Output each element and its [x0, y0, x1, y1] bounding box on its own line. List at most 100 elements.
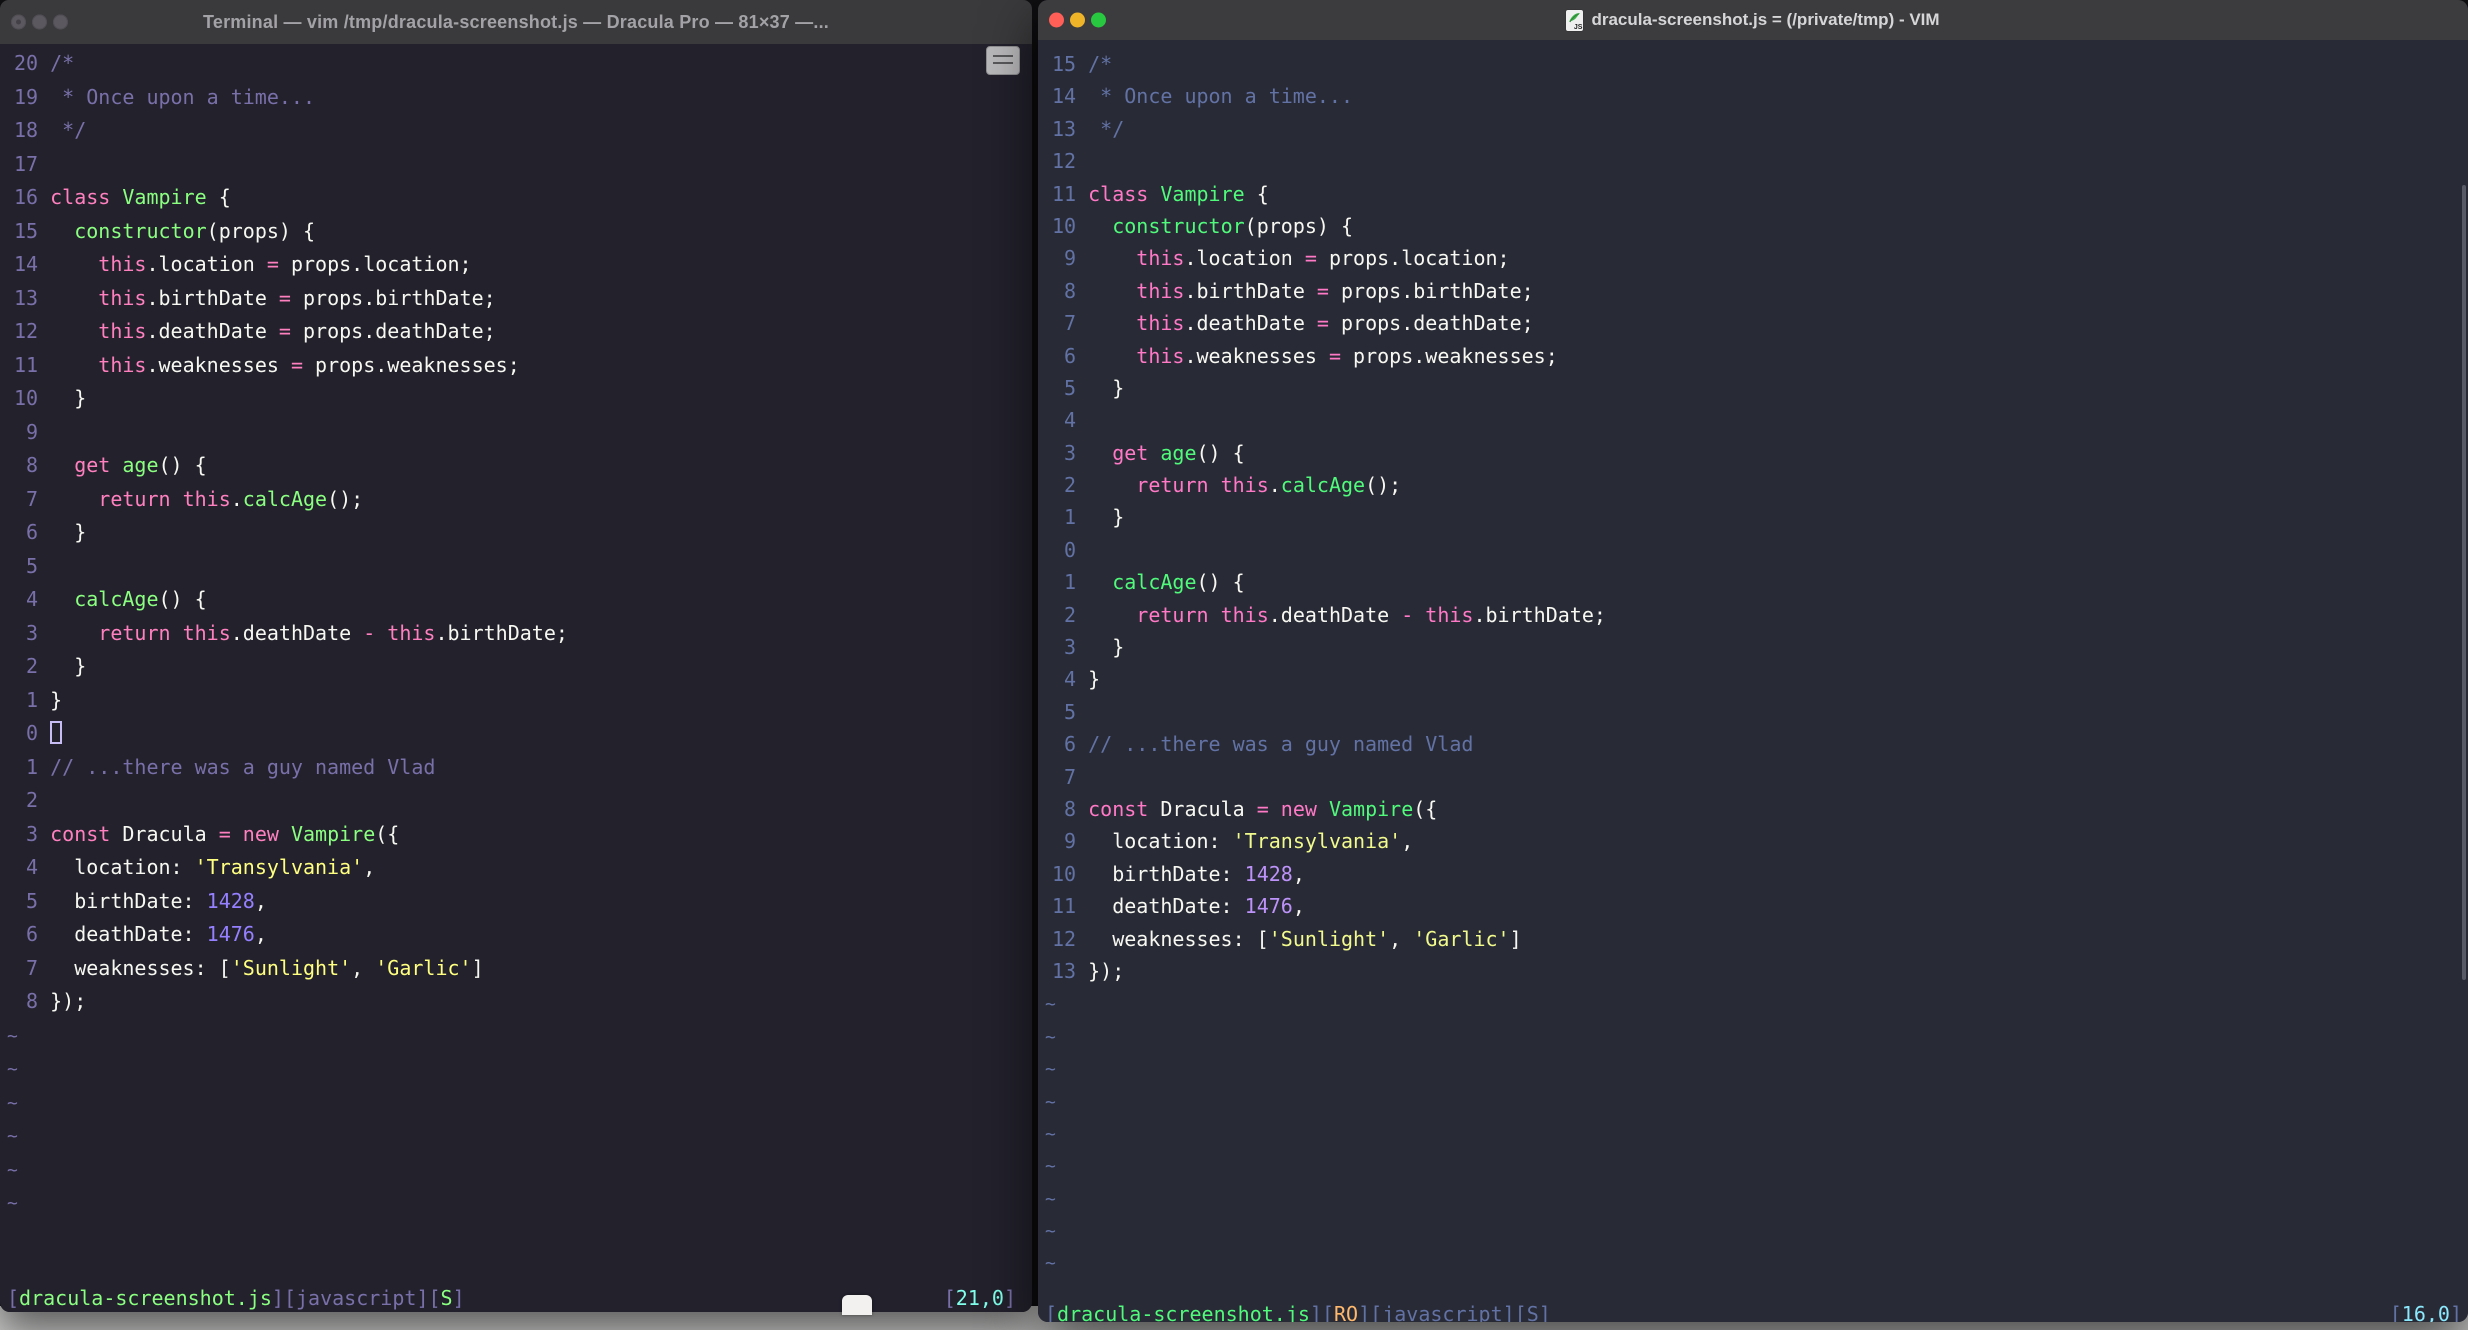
close-button[interactable]	[1049, 12, 1064, 28]
code-text: location: 'Transylvania',	[1088, 829, 1414, 854]
js-file-icon: JS	[1566, 9, 1584, 31]
vim-buffer-left[interactable]: 20/* 19 * Once upon a time... 18 */17 16 cla…	[0, 44, 1032, 1312]
line-number: 18	[14, 118, 39, 142]
code-text: }	[1088, 375, 1125, 400]
code-line: 2	[14, 784, 1022, 818]
code-text: this.birthDate = props.birthDate;	[98, 285, 496, 310]
code-line: 6 deathDate: 1476,	[14, 918, 1022, 952]
line-number: 14	[14, 252, 39, 276]
code-line: 8});	[14, 985, 1022, 1019]
zoom-button[interactable]	[1091, 12, 1106, 28]
code-text	[50, 721, 63, 745]
terminal-window: Terminal — vim /tmp/dracula-screenshot.j…	[0, 0, 1032, 1312]
vim-cursor	[50, 721, 63, 744]
macvim-titlebar[interactable]: JS dracula-screenshot.js = (/private/tmp…	[1038, 0, 2468, 41]
code-area[interactable]: 20/* 19 * Once upon a time... 18 */17 16 cla…	[7, 47, 1022, 1220]
line-number: 7	[26, 486, 39, 511]
line-number: 11	[14, 352, 39, 377]
code-text: deathDate: 1476,	[50, 922, 267, 946]
line-number: 7	[1064, 764, 1077, 789]
code-text: return this.deathDate - this.birthDate;	[98, 620, 568, 645]
line-number: 4	[26, 587, 39, 611]
empty-line-tilde: ~	[7, 1092, 18, 1114]
statusline-file-info: [dracula-screenshot.js][javascript][S]	[7, 1286, 465, 1310]
code-line: 6 // ...there was a guy named Vlad	[1052, 728, 2458, 760]
empty-line-tilde: ~	[1045, 1156, 1056, 1178]
code-line: 4 calcAge() {	[14, 583, 1022, 617]
line-number: 1	[1064, 570, 1077, 595]
code-text: return this.calcAge();	[1136, 473, 1402, 498]
code-line: 2 return this.deathDate - this.birthDate…	[1052, 599, 2458, 631]
code-text: // ...there was a guy named Vlad	[50, 754, 436, 779]
line-number: 11	[1052, 181, 1077, 206]
code-text: // ...there was a guy named Vlad	[1088, 732, 1474, 757]
zoom-button[interactable]	[53, 14, 68, 30]
code-area[interactable]: 15/* 14 * Once upon a time... 13 */12 11 cla…	[1045, 48, 2458, 1279]
line-number: 8	[1064, 796, 1077, 821]
code-text: constructor(props) {	[1112, 213, 1354, 238]
empty-line-tilde: ~	[7, 1126, 18, 1147]
code-line: 1 calcAge() {	[1052, 566, 2458, 598]
code-line: 7 weaknesses: ['Sunlight', 'Garlic']	[14, 952, 1022, 986]
code-text: this.location = props.location;	[98, 252, 472, 276]
line-number: 8	[26, 453, 39, 477]
minimize-button[interactable]	[32, 14, 47, 30]
line-number: 9	[1064, 829, 1077, 854]
code-line: 15 constructor(props) {	[14, 215, 1022, 249]
code-text: deathDate: 1476,	[1088, 894, 1305, 919]
empty-line-tilde: ~	[7, 1025, 18, 1047]
code-line: 6 }	[14, 516, 1022, 550]
minimize-button[interactable]	[1070, 12, 1085, 28]
code-text: */	[1088, 116, 1125, 141]
line-number: 9	[26, 419, 39, 444]
code-text: return this.calcAge();	[98, 486, 364, 511]
scrollbar-thumb[interactable]	[2462, 185, 2466, 980]
line-number: 3	[1064, 635, 1077, 660]
empty-line-tilde: ~	[1045, 1221, 1056, 1243]
code-line: 9 this.location = props.location;	[1052, 242, 2458, 274]
line-number: 14	[1052, 84, 1077, 109]
line-number: 0	[26, 721, 39, 745]
line-number: 8	[26, 989, 39, 1013]
terminal-titlebar[interactable]: Terminal — vim /tmp/dracula-screenshot.j…	[0, 0, 1032, 45]
line-number: 3	[1064, 440, 1077, 465]
line-number: 12	[14, 319, 39, 343]
code-text: return this.deathDate - this.birthDate;	[1136, 602, 1606, 627]
code-line: 2 return this.calcAge();	[1052, 469, 2458, 501]
code-text: /*	[50, 51, 75, 75]
code-line: 7 this.deathDate = props.deathDate;	[1052, 307, 2458, 339]
code-line: 4}	[1052, 663, 2458, 695]
code-line: 11 deathDate: 1476,	[1052, 890, 2458, 922]
js-file-icon-label: JS	[1573, 23, 1583, 31]
code-line: 11 class Vampire {	[1052, 178, 2458, 210]
code-line: 4 location: 'Transylvania',	[14, 851, 1022, 885]
line-number: 8	[1064, 278, 1077, 303]
code-text: weaknesses: ['Sunlight', 'Garlic']	[1088, 926, 1522, 951]
code-line: 3 return this.deathDate - this.birthDate…	[14, 617, 1022, 651]
scrollbar-widget-icon[interactable]	[986, 46, 1020, 75]
empty-line-tilde: ~	[7, 1159, 18, 1181]
code-line: 16 class Vampire {	[14, 181, 1022, 215]
line-number: 13	[1052, 958, 1077, 983]
code-line: 3 const Dracula = new Vampire({	[14, 818, 1022, 852]
line-number: 0	[1064, 537, 1077, 562]
line-number: 11	[1052, 894, 1077, 919]
code-line: 4	[1052, 404, 2458, 436]
code-line: 0	[1052, 534, 2458, 566]
line-number: 12	[1052, 926, 1077, 951]
traffic-lights	[11, 14, 68, 30]
code-line: 9	[14, 416, 1022, 450]
close-button[interactable]	[11, 14, 26, 30]
line-number: 3	[26, 620, 39, 645]
code-text: });	[1088, 958, 1125, 983]
code-line: 5	[14, 550, 1022, 584]
code-line: 8 this.birthDate = props.birthDate;	[1052, 275, 2458, 307]
vim-buffer-right[interactable]: 15/* 14 * Once upon a time... 13 */12 11 cla…	[1038, 40, 2468, 1322]
empty-line-tilde: ~	[7, 1059, 18, 1080]
code-line: 5 birthDate: 1428,	[14, 885, 1022, 919]
line-number: 20	[14, 51, 39, 75]
code-text: * Once upon a time...	[50, 84, 316, 109]
code-line: 12 weaknesses: ['Sunlight', 'Garlic']	[1052, 923, 2458, 955]
window-title: Terminal — vim /tmp/dracula-screenshot.j…	[203, 11, 829, 32]
line-number: 17	[14, 151, 39, 176]
